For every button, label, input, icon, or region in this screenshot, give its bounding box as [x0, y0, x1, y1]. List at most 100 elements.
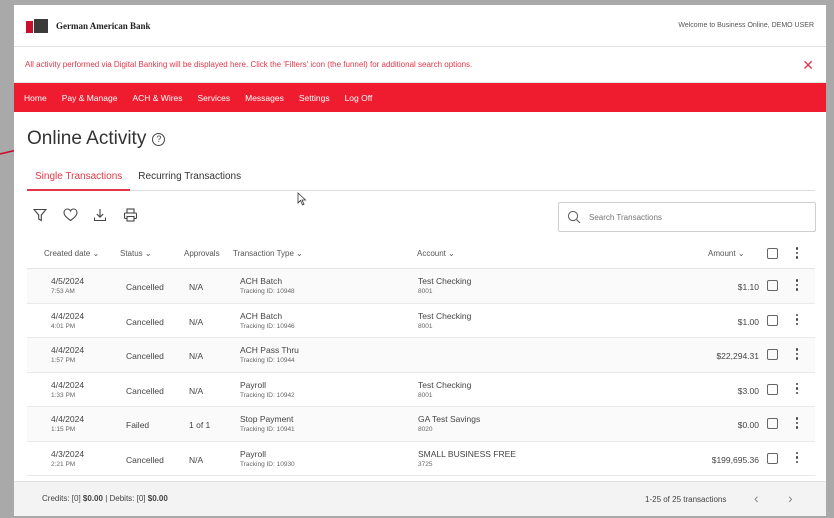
created-date-cell: 4/4/2024 1:33 PM — [51, 380, 84, 399]
tab-recurring-transactions[interactable]: Recurring Transactions — [130, 165, 249, 191]
account-number: 3725 — [418, 460, 433, 468]
toolbar — [32, 207, 138, 223]
download-icon[interactable] — [92, 207, 108, 223]
page-title-container: Online Activity ? — [27, 128, 166, 150]
table-row[interactable]: 4/5/2024 7:53 AM Cancelled N/A ACH Batch T… — [27, 269, 815, 304]
row-more-options-icon[interactable] — [794, 417, 800, 429]
row-more-options-icon[interactable] — [794, 348, 800, 360]
debits-label: Debits: [0] — [109, 494, 146, 503]
favorite-icon[interactable] — [62, 207, 78, 223]
info-banner: All activity performed via Digital Banki… — [14, 46, 826, 83]
approvals-cell: N/A — [189, 454, 204, 465]
approvals-cell: 1 of 1 — [189, 420, 211, 430]
row-more-options-icon[interactable] — [794, 451, 800, 464]
tracking-id: Tracking ID: 10942 — [240, 391, 295, 399]
created-date-cell: 4/4/2024 1:57 PM — [51, 345, 84, 364]
created-time: 1:57 PM — [51, 357, 76, 364]
table-row[interactable]: 4/4/2024 1:33 PM Cancelled N/A Payroll Tra… — [27, 373, 815, 407]
tracking-id: Tracking ID: 10946 — [240, 322, 295, 330]
account-cell: Test Checking 8001 — [418, 311, 471, 330]
created-time: 4:01 PM — [51, 322, 76, 330]
table-row[interactable]: 4/4/2024 1:15 PM Failed 1 of 1 Stop Payme… — [27, 407, 815, 442]
tracking-id: Tracking ID: 10944 — [240, 357, 295, 364]
tab-single-transactions[interactable]: Single Transactions — [27, 165, 131, 191]
row-checkbox[interactable] — [767, 452, 778, 464]
created-date-cell: 4/4/2024 1:15 PM — [51, 414, 84, 433]
column-header-created-date-label: Created date — [44, 249, 91, 258]
account-number: 8020 — [418, 426, 433, 433]
table-row[interactable]: 4/4/2024 1:57 PM Cancelled N/A ACH Pass T… — [27, 338, 815, 373]
print-icon[interactable] — [122, 207, 138, 223]
sort-caret-icon: ⌄ — [737, 249, 745, 258]
created-date: 4/4/2024 — [51, 379, 85, 390]
close-icon[interactable]: ✕ — [802, 58, 814, 72]
nav-item-services[interactable]: Services — [198, 93, 231, 103]
bank-logo-icon — [26, 18, 48, 33]
transaction-type-cell: Payroll Tracking ID: 10930 — [240, 449, 295, 468]
row-more-options-icon[interactable] — [794, 382, 800, 395]
more-options-icon[interactable] — [794, 247, 800, 259]
column-header-created-date[interactable]: Created date ⌄ — [44, 249, 99, 258]
created-time: 7:53 AM — [51, 288, 75, 295]
nav-item-pay-manage[interactable]: Pay & Manage — [62, 93, 118, 103]
nav-item-messages[interactable]: Messages — [245, 93, 284, 103]
search-input[interactable] — [589, 212, 789, 222]
bank-logo[interactable]: German American Bank — [26, 18, 151, 33]
row-checkbox[interactable] — [767, 418, 778, 429]
table-row[interactable]: 4/3/2024 2:21 PM Cancelled N/A Payroll Tra… — [27, 442, 815, 476]
account-cell: Test Checking 8001 — [418, 380, 471, 399]
bank-name: German American Bank — [56, 20, 151, 31]
tracking-id: Tracking ID: 10941 — [240, 426, 295, 433]
nav-item-ach-wires[interactable]: ACH & Wires — [132, 93, 182, 103]
chevron-right-icon[interactable]: › — [788, 490, 793, 506]
select-all-checkbox[interactable] — [767, 248, 778, 259]
nav-item-settings[interactable]: Settings — [299, 93, 330, 103]
row-more-options-icon[interactable] — [794, 279, 800, 291]
approvals-cell: N/A — [189, 282, 204, 292]
info-banner-text: All activity performed via Digital Banki… — [25, 60, 473, 69]
row-checkbox[interactable] — [767, 349, 778, 360]
account-cell: GA Test Savings 8020 — [418, 414, 480, 433]
account-cell: SMALL BUSINESS FREE 3725 — [418, 449, 516, 468]
column-header-amount-label: Amount — [708, 249, 736, 258]
created-time: 1:15 PM — [51, 426, 76, 433]
column-header-status[interactable]: Status ⌄ — [120, 249, 152, 258]
totals-separator: | — [105, 494, 108, 503]
table-row[interactable]: 4/4/2024 4:01 PM Cancelled N/A ACH Batch T… — [27, 304, 815, 338]
row-more-options-icon[interactable] — [794, 313, 800, 326]
nav-item-log-off[interactable]: Log Off — [345, 93, 373, 103]
column-header-approvals[interactable]: Approvals — [184, 249, 220, 258]
row-checkbox[interactable] — [767, 280, 778, 291]
nav-item-home[interactable]: Home — [24, 93, 47, 103]
created-date-cell: 4/4/2024 4:01 PM — [51, 311, 84, 330]
sort-caret-icon: ⌄ — [448, 249, 455, 258]
sort-caret-icon: ⌄ — [144, 249, 152, 258]
filter-icon[interactable] — [32, 207, 48, 223]
help-icon[interactable]: ? — [152, 132, 166, 146]
transaction-type-cell: Payroll Tracking ID: 10942 — [240, 380, 295, 399]
created-date-cell: 4/3/2024 2:21 PM — [51, 449, 84, 468]
amount-cell: $1.00 — [737, 316, 759, 327]
column-header-status-label: Status — [120, 249, 143, 258]
amount-cell: $1.10 — [737, 282, 759, 292]
transaction-type: ACH Batch — [240, 310, 283, 321]
chevron-left-icon[interactable]: ‹ — [754, 490, 759, 506]
table-header: Created date ⌄ Status ⌄ Approvals Transa… — [27, 239, 815, 269]
status-cell: Cancelled — [126, 351, 164, 361]
column-header-transaction-type[interactable]: Transaction Type ⌄ — [233, 249, 303, 258]
transaction-type-cell: ACH Batch Tracking ID: 10948 — [240, 276, 295, 295]
account-number: 8001 — [418, 322, 433, 330]
column-header-account[interactable]: Account ⌄ — [417, 249, 455, 258]
transaction-type-cell: ACH Pass Thru Tracking ID: 10944 — [240, 345, 299, 364]
status-cell: Cancelled — [126, 316, 164, 327]
column-header-amount[interactable]: Amount ⌄ — [708, 249, 745, 258]
column-header-transaction-type-label: Transaction Type — [233, 249, 294, 258]
credits-value: $0.00 — [82, 494, 103, 503]
debits-value: $0.00 — [147, 494, 168, 503]
row-checkbox[interactable] — [767, 383, 778, 395]
transaction-type: Payroll — [240, 379, 266, 390]
status-cell: Cancelled — [126, 454, 164, 465]
table-footer: Credits: [0] $0.00 | Debits: [0] $0.00 1… — [14, 481, 826, 516]
credits-label: Credits: [0] — [42, 494, 81, 503]
row-checkbox[interactable] — [767, 314, 778, 326]
